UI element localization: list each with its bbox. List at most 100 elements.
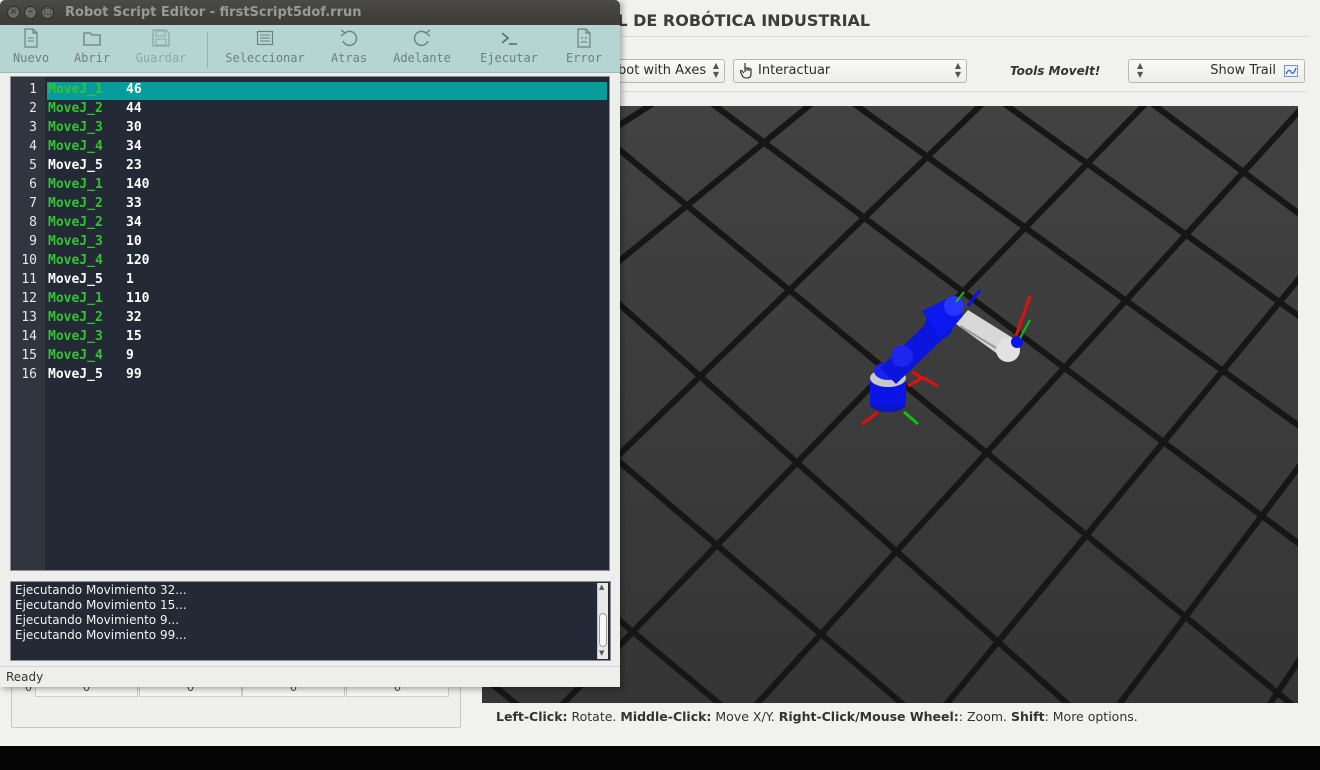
line-number: 16 (21, 367, 37, 382)
robot-display-value: bot with Axes (618, 63, 707, 78)
editor-titlebar[interactable]: × – □ Robot Script Editor - firstScript5… (0, 0, 620, 25)
show-trail-combo[interactable]: ▲ ▼ Show Trail (1128, 59, 1305, 83)
line-number: 15 (21, 348, 37, 363)
error-button[interactable]: Error (560, 28, 608, 65)
redo-button[interactable]: Adelante (388, 28, 456, 65)
new-button-label: Nuevo (12, 51, 50, 65)
undo-icon (340, 29, 358, 47)
command-keyword: MoveJ_3 (48, 329, 103, 344)
command-keyword: MoveJ_4 (48, 348, 103, 363)
scroll-down-icon[interactable]: ▼ (599, 649, 604, 657)
command-argument: 99 (126, 367, 142, 382)
command-argument: 120 (126, 253, 150, 268)
command-argument: 30 (126, 120, 142, 135)
tools-moveit-label: Tools MoveIt! (1010, 64, 1101, 78)
line-number: 10 (21, 253, 37, 268)
save-button[interactable]: Guardar (130, 28, 192, 65)
log-line: Ejecutando Movimiento 9... (15, 613, 180, 627)
save-icon (152, 29, 170, 47)
status-bar: Ready (0, 666, 620, 687)
script-code-editor[interactable]: 1 MoveJ_1 46 2 MoveJ_2 44 3 MoveJ_3 30 4 MoveJ_4 34… (10, 76, 610, 571)
terminal-icon (501, 32, 517, 45)
command-argument: 1 (126, 272, 134, 287)
code-line[interactable]: 14 MoveJ_3 15 (11, 327, 609, 346)
viewport-help-text: Left-Click: Rotate. Middle-Click: Move X… (496, 709, 1138, 724)
editor-window-title: Robot Script Editor - firstScript5dof.rr… (65, 5, 362, 20)
line-number: 7 (29, 196, 37, 211)
command-argument: 46 (126, 82, 142, 97)
line-number: 8 (29, 215, 37, 230)
log-line: Ejecutando Movimiento 99... (15, 628, 187, 642)
close-window-button[interactable]: × (7, 6, 20, 19)
interaction-mode-value: Interactuar (758, 63, 831, 78)
line-number: 2 (29, 101, 37, 116)
script-editor-window: × – □ Robot Script Editor - firstScript5… (0, 0, 620, 687)
command-keyword: MoveJ_2 (48, 310, 103, 325)
command-argument: 10 (126, 234, 142, 249)
command-keyword: MoveJ_2 (48, 101, 103, 116)
editor-toolbar: Nuevo Abrir Guardar Seleccionar Atras Ad… (0, 25, 620, 73)
run-button-label: Ejecutar (480, 51, 538, 65)
command-argument: 34 (126, 215, 142, 230)
select-button[interactable]: Seleccionar (220, 28, 310, 65)
code-line[interactable]: 12 MoveJ_1 110 (11, 289, 609, 308)
maximize-window-button[interactable]: □ (41, 6, 54, 19)
line-number: 6 (29, 177, 37, 192)
line-number: 3 (29, 120, 37, 135)
joint-values-panel: 0 0 0 0 0 (11, 680, 461, 728)
error-button-label: Error (565, 51, 603, 65)
hand-cursor-icon (740, 63, 752, 79)
folder-icon (83, 32, 101, 46)
code-line[interactable]: 11 MoveJ_5 1 (11, 270, 609, 289)
run-button[interactable]: Ejecutar (474, 28, 544, 65)
interaction-mode-combo[interactable]: Interactuar ▲ ▼ (733, 59, 967, 83)
command-argument: 23 (126, 158, 142, 173)
line-number: 9 (29, 234, 37, 249)
command-argument: 9 (126, 348, 134, 363)
trail-icon (1284, 65, 1298, 77)
code-line[interactable]: 5 MoveJ_5 23 (11, 156, 609, 175)
code-line[interactable]: 6 MoveJ_1 140 (11, 175, 609, 194)
code-line[interactable]: 2 MoveJ_2 44 (11, 99, 609, 118)
line-number: 13 (21, 310, 37, 325)
command-keyword: MoveJ_3 (48, 234, 103, 249)
execution-log[interactable]: Ejecutando Movimiento 32... Ejecutando M… (10, 581, 611, 661)
log-scrollbar[interactable]: ▲ ▼ (597, 583, 608, 659)
scroll-up-icon[interactable]: ▲ (599, 583, 604, 591)
new-button[interactable]: Nuevo (8, 28, 54, 65)
code-line[interactable]: 9 MoveJ_3 10 (11, 232, 609, 251)
code-line[interactable]: 4 MoveJ_4 34 (11, 137, 609, 156)
command-keyword: MoveJ_1 (48, 291, 103, 306)
page-title: AL DE ROBÓTICA INDUSTRIAL (605, 11, 871, 30)
command-keyword: MoveJ_4 (48, 139, 103, 154)
line-number: 1 (29, 82, 37, 97)
code-line[interactable]: 7 MoveJ_2 33 (11, 194, 609, 213)
log-line: Ejecutando Movimiento 15... (15, 598, 187, 612)
new-file-icon (24, 28, 38, 48)
minimize-window-button[interactable]: – (24, 6, 37, 19)
status-text: Ready (6, 670, 44, 684)
combo-arrows-icon: ▲ ▼ (954, 61, 961, 79)
command-argument: 15 (126, 329, 142, 344)
code-line[interactable]: 13 MoveJ_2 32 (11, 308, 609, 327)
command-argument: 34 (126, 139, 142, 154)
select-button-label: Seleccionar (225, 51, 305, 65)
log-scrollbar-thumb[interactable] (599, 613, 607, 647)
command-keyword: MoveJ_5 (48, 272, 103, 287)
code-line[interactable]: 15 MoveJ_4 9 (11, 346, 609, 365)
command-argument: 110 (126, 291, 150, 306)
line-number: 11 (21, 272, 37, 287)
code-line[interactable]: 1 MoveJ_1 46 (11, 80, 609, 100)
command-keyword: MoveJ_2 (48, 196, 103, 211)
code-line[interactable]: 3 MoveJ_3 30 (11, 118, 609, 137)
command-keyword: MoveJ_1 (48, 82, 103, 97)
code-line[interactable]: 16 MoveJ_5 99 (11, 365, 609, 384)
code-line[interactable]: 8 MoveJ_2 34 (11, 213, 609, 232)
code-line[interactable]: 10 MoveJ_4 120 (11, 251, 609, 270)
open-button[interactable]: Abrir (68, 28, 116, 65)
command-keyword: MoveJ_5 (48, 367, 103, 382)
undo-button[interactable]: Atras (326, 28, 372, 65)
select-icon (256, 30, 274, 46)
line-number: 4 (29, 139, 37, 154)
error-icon (577, 28, 591, 48)
